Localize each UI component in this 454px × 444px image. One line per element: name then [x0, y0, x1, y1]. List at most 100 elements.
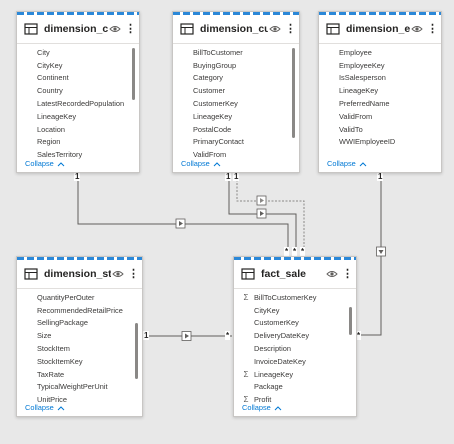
field-item[interactable]: Country — [17, 84, 139, 97]
cardinality-one-label: 1 — [74, 172, 81, 181]
table-card-fact-sale[interactable]: fact_sale ⋮ Σ BillToCustomerKey CityKey C… — [233, 256, 357, 417]
header-divider — [17, 43, 139, 44]
header-divider — [319, 43, 441, 44]
cardinality-many-label: * — [300, 247, 306, 256]
direction-arrow-icon — [175, 218, 186, 229]
table-card-dimension-city[interactable]: dimension_city ⋮ City CityKey Continent … — [16, 11, 140, 173]
field-item[interactable]: LineageKey — [319, 84, 441, 97]
card-header[interactable]: fact_sale ⋮ — [234, 260, 356, 288]
field-item[interactable]: Continent — [17, 72, 139, 85]
field-item[interactable]: EmployeeKey — [319, 59, 441, 72]
cardinality-one-label: 1 — [233, 172, 240, 181]
card-header[interactable]: dimension_city ⋮ — [17, 15, 139, 43]
field-item[interactable]: CityKey — [234, 304, 356, 317]
field-list: Σ BillToCustomerKey CityKey CustomerKey D… — [234, 291, 356, 406]
collapse-button[interactable]: Collapse — [327, 159, 367, 168]
eye-icon[interactable] — [108, 23, 122, 35]
header-divider — [173, 43, 299, 44]
field-item[interactable]: Category — [173, 72, 299, 85]
field-item[interactable]: WWIEmployeeID — [319, 136, 441, 149]
collapse-button[interactable]: Collapse — [181, 159, 221, 168]
field-item[interactable]: LatestRecordedPopulation — [17, 97, 139, 110]
scrollbar[interactable] — [132, 48, 135, 100]
collapse-button[interactable]: Collapse — [242, 403, 282, 412]
field-item[interactable]: InvoiceDateKey — [234, 355, 356, 368]
field-list: BillToCustomer BuyingGroup Category Cust… — [173, 46, 299, 161]
card-header[interactable]: dimension_customer ⋮ — [173, 15, 299, 43]
scrollbar[interactable] — [292, 48, 295, 138]
header-divider — [234, 288, 356, 289]
cardinality-one-label: 1 — [143, 331, 150, 340]
table-card-dimension-employee[interactable]: dimension_employee ⋮ Employee EmployeeKe… — [318, 11, 442, 173]
scrollbar[interactable] — [135, 323, 138, 379]
more-options-icon[interactable]: ⋮ — [285, 24, 296, 35]
table-name: dimension_city — [44, 23, 108, 35]
field-item[interactable]: ValidFrom — [319, 110, 441, 123]
field-item[interactable]: Σ LineageKey — [234, 368, 356, 381]
scrollbar[interactable] — [349, 307, 352, 335]
field-item[interactable]: Customer — [173, 84, 299, 97]
field-item[interactable]: Description — [234, 342, 356, 355]
field-item[interactable]: SellingPackage — [17, 317, 142, 330]
direction-arrow-icon — [256, 195, 267, 206]
cardinality-one-label: 1 — [377, 172, 384, 181]
field-item[interactable]: CustomerKey — [173, 97, 299, 110]
table-card-dimension-stock-item[interactable]: dimension_stock_item ⋮ QuantityPerOuter … — [16, 256, 143, 417]
table-name: dimension_employee — [346, 23, 410, 35]
collapse-button[interactable]: Collapse — [25, 159, 65, 168]
direction-arrow-icon — [256, 208, 267, 219]
field-item[interactable]: TypicalWeightPerUnit — [17, 381, 142, 394]
field-item[interactable]: LineageKey — [173, 110, 299, 123]
field-item[interactable]: Package — [234, 381, 356, 394]
field-item[interactable]: BillToCustomer — [173, 46, 299, 59]
eye-icon[interactable] — [268, 23, 282, 35]
header-divider — [17, 288, 142, 289]
field-item[interactable]: StockItem — [17, 342, 142, 355]
field-item[interactable]: PrimaryContact — [173, 136, 299, 149]
field-item[interactable]: LineageKey — [17, 110, 139, 123]
field-item[interactable]: Σ BillToCustomerKey — [234, 291, 356, 304]
table-name: dimension_stock_item — [44, 268, 111, 280]
direction-arrow-icon — [181, 331, 192, 341]
field-item[interactable]: TaxRate — [17, 368, 142, 381]
field-item[interactable]: ValidTo — [319, 123, 441, 136]
field-item[interactable]: BuyingGroup — [173, 59, 299, 72]
eye-icon[interactable] — [410, 23, 424, 35]
chevron-up-icon — [274, 405, 282, 410]
eye-icon[interactable] — [111, 268, 125, 280]
more-options-icon[interactable]: ⋮ — [125, 24, 136, 35]
field-item[interactable]: RecommendedRetailPrice — [17, 304, 142, 317]
field-item[interactable]: CustomerKey — [234, 317, 356, 330]
more-options-icon[interactable]: ⋮ — [128, 269, 139, 280]
cardinality-many-label: * — [225, 331, 231, 340]
field-list: QuantityPerOuter RecommendedRetailPrice … — [17, 291, 142, 406]
field-item[interactable]: StockItemKey — [17, 355, 142, 368]
card-header[interactable]: dimension_employee ⋮ — [319, 15, 441, 43]
field-item[interactable]: PreferredName — [319, 97, 441, 110]
field-item[interactable]: City — [17, 46, 139, 59]
more-options-icon[interactable]: ⋮ — [427, 24, 438, 35]
chevron-up-icon — [213, 161, 221, 166]
relationship-customer-line-2[interactable] — [236, 176, 305, 250]
field-item[interactable]: Employee — [319, 46, 441, 59]
field-item[interactable]: Location — [17, 123, 139, 136]
field-item[interactable]: CityKey — [17, 59, 139, 72]
table-icon — [178, 20, 196, 38]
field-item[interactable]: IsSalesperson — [319, 72, 441, 85]
table-card-dimension-customer[interactable]: dimension_customer ⋮ BillToCustomer Buyi… — [172, 11, 300, 173]
direction-arrow-icon — [376, 246, 386, 257]
field-item[interactable]: DeliveryDateKey — [234, 329, 356, 342]
field-item[interactable]: QuantityPerOuter — [17, 291, 142, 304]
field-item[interactable]: PostalCode — [173, 123, 299, 136]
more-options-icon[interactable]: ⋮ — [342, 269, 353, 280]
cardinality-many-label: * — [292, 247, 298, 256]
field-item[interactable]: Size — [17, 329, 142, 342]
card-header[interactable]: dimension_stock_item ⋮ — [17, 260, 142, 288]
eye-icon[interactable] — [325, 268, 339, 280]
relationship-city-line[interactable] — [77, 176, 289, 250]
field-item[interactable]: Region — [17, 136, 139, 149]
collapse-button[interactable]: Collapse — [25, 403, 65, 412]
chevron-up-icon — [57, 405, 65, 410]
table-icon — [22, 265, 40, 283]
sigma-icon: Σ — [243, 369, 249, 379]
